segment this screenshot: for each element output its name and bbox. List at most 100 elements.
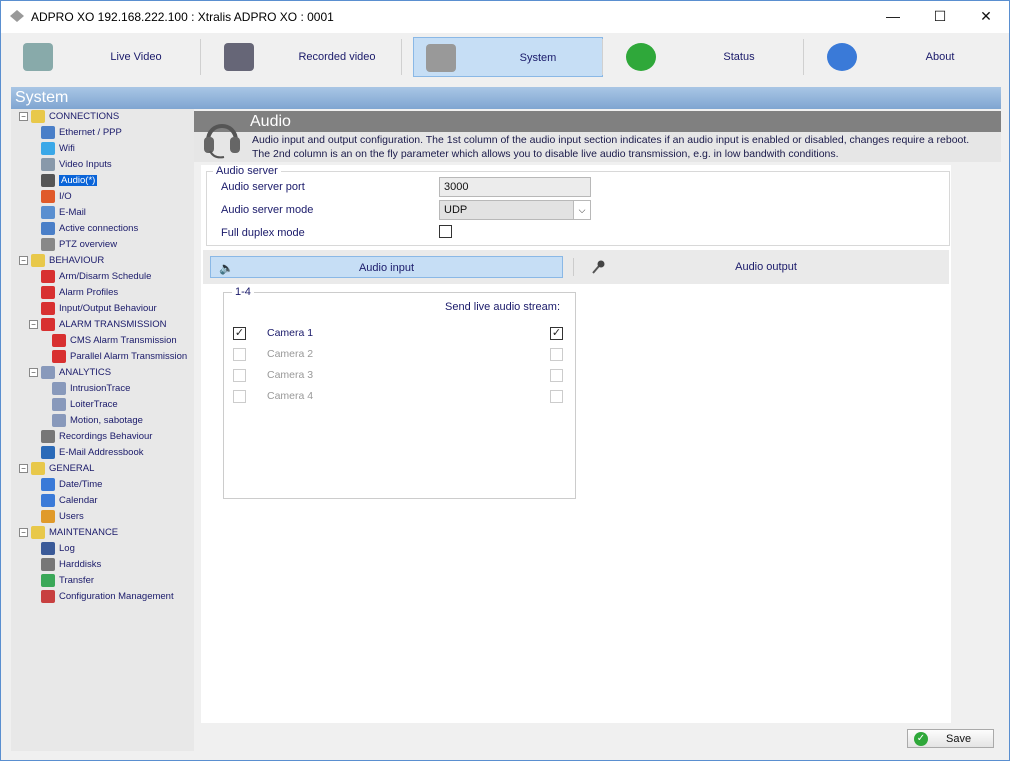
tree-item-behaviour[interactable]: BEHAVIOUR — [31, 253, 104, 269]
tree-item-label: IntrusionTrace — [70, 383, 131, 394]
main-toolbar: Live Video Recorded video System Status Abou… — [1, 33, 1009, 85]
lock-icon — [626, 43, 656, 71]
tree-item-label: Configuration Management — [59, 591, 174, 602]
tree-item-maintenance[interactable]: MAINTENANCE — [31, 525, 118, 541]
tab-audio-input[interactable]: 🔈 Audio input — [210, 256, 563, 278]
tree-item-recordings-behaviour[interactable]: Recordings Behaviour — [41, 429, 152, 445]
tree-item-loitertrace[interactable]: LoiterTrace — [52, 397, 118, 413]
send-live-audio-checkbox[interactable] — [550, 348, 563, 361]
camera-enabled-checkbox[interactable] — [233, 348, 246, 361]
speaker-icon: 🔈 — [219, 261, 234, 275]
tab-audio-output[interactable]: Audio output — [583, 256, 949, 278]
collapse-toggle[interactable]: − — [19, 464, 28, 473]
tree-item-audio[interactable]: Audio(*) — [41, 173, 98, 189]
save-button[interactable]: ✓ Save — [907, 729, 994, 748]
tree-item-label: Parallel Alarm Transmission — [70, 351, 188, 362]
tree-item-video-inputs[interactable]: Video Inputs — [41, 157, 112, 173]
item-icon — [52, 413, 66, 427]
group-legend: Audio server — [213, 165, 281, 177]
tree-item-label: Calendar — [59, 495, 98, 506]
send-live-audio-checkbox[interactable] — [550, 390, 563, 403]
send-live-audio-checkbox[interactable]: ✓ — [550, 327, 563, 340]
tree-item-ptz-overview[interactable]: PTZ overview — [41, 237, 117, 253]
item-icon — [41, 509, 55, 523]
tree-item-harddisks[interactable]: Harddisks — [41, 557, 101, 573]
headset-icon — [204, 124, 240, 159]
camera-enabled-checkbox[interactable] — [233, 369, 246, 382]
item-icon — [41, 189, 55, 203]
tree-item-e-mail-addressbook[interactable]: E-Mail Addressbook — [41, 445, 143, 461]
title-bar: ADPRO XO 192.168.222.100 : Xtralis ADPRO… — [1, 1, 1009, 33]
collapse-toggle[interactable]: − — [19, 112, 28, 121]
toolbar-about[interactable]: About — [815, 37, 1005, 77]
minimize-button[interactable]: — — [873, 5, 913, 27]
tree-item-calendar[interactable]: Calendar — [41, 493, 98, 509]
item-icon — [41, 141, 55, 155]
item-icon — [41, 317, 55, 331]
tree-item-alarm-transmission[interactable]: ALARM TRANSMISSION — [41, 317, 167, 333]
toolbar-label: Recorded video — [298, 51, 376, 63]
tree-item-e-mail[interactable]: E-Mail — [41, 205, 86, 221]
send-live-audio-checkbox[interactable] — [550, 369, 563, 382]
tree-item-users[interactable]: Users — [41, 509, 84, 525]
tree-item-label: ANALYTICS — [59, 367, 112, 378]
tab-bar: 🔈 Audio input Audio output — [203, 250, 949, 284]
folder-icon — [31, 109, 45, 123]
chevron-down-icon[interactable]: ⌵ — [573, 201, 590, 219]
camera-enabled-checkbox[interactable] — [233, 390, 246, 403]
tree-item-analytics[interactable]: ANALYTICS — [41, 365, 111, 381]
audio-server-mode-select[interactable]: UDP ⌵ — [439, 200, 591, 220]
microphone-icon — [592, 260, 605, 274]
audio-server-port-input[interactable]: 3000 — [439, 177, 591, 197]
tree-item-label: Input/Output Behaviour — [59, 303, 157, 314]
tree-item-label: Wifi — [59, 143, 75, 154]
tree-item-cms-alarm-transmission[interactable]: CMS Alarm Transmission — [52, 333, 177, 349]
maximize-button[interactable]: ☐ — [920, 5, 960, 27]
tree-item-parallel-alarm-transmission[interactable]: Parallel Alarm Transmission — [52, 349, 187, 365]
tree-item-alarm-profiles[interactable]: Alarm Profiles — [41, 285, 118, 301]
collapse-toggle[interactable]: − — [19, 256, 28, 265]
tree-item-log[interactable]: Log — [41, 541, 75, 557]
collapse-toggle[interactable]: − — [29, 368, 38, 377]
tree-item-wifi[interactable]: Wifi — [41, 141, 75, 157]
toolbar-label: System — [519, 52, 557, 64]
tree-item-intrusiontrace[interactable]: IntrusionTrace — [52, 381, 130, 397]
tree-item-label: Arm/Disarm Schedule — [59, 271, 152, 282]
tree-item-transfer[interactable]: Transfer — [41, 573, 94, 589]
tree-item-input-output-behaviour[interactable]: Input/Output Behaviour — [41, 301, 157, 317]
tab-divider — [573, 258, 574, 276]
folder-icon — [31, 461, 45, 475]
tree-item-connections[interactable]: CONNECTIONS — [31, 109, 119, 125]
item-icon — [52, 333, 66, 347]
full-duplex-checkbox[interactable] — [439, 225, 452, 238]
toolbar-recorded-video[interactable]: Recorded video — [212, 37, 402, 77]
tree-item-label: CONNECTIONS — [49, 111, 120, 122]
tree-item-ethernet-ppp[interactable]: Ethernet / PPP — [41, 125, 122, 141]
tree-item-general[interactable]: GENERAL — [31, 461, 94, 477]
mode-label: Audio server mode — [221, 204, 314, 216]
tree-item-i-o[interactable]: I/O — [41, 189, 72, 205]
tree-item-configuration-management[interactable]: Configuration Management — [41, 589, 174, 605]
tree-item-date-time[interactable]: Date/Time — [41, 477, 102, 493]
tab-label: Audio input — [358, 262, 415, 274]
toolbar-system[interactable]: System — [413, 37, 603, 77]
tree-item-motion-sabotage[interactable]: Motion, sabotage — [52, 413, 143, 429]
toolbar-separator — [401, 39, 402, 75]
tab-label: Audio output — [735, 261, 797, 273]
toolbar-status[interactable]: Status — [614, 37, 804, 77]
close-button[interactable]: ✕ — [966, 5, 1006, 27]
item-icon — [41, 173, 55, 187]
item-icon — [41, 157, 55, 171]
folder-icon — [31, 525, 45, 539]
tree-item-label: Log — [59, 543, 75, 554]
toolbar-separator — [200, 39, 201, 75]
page-title: Audio — [194, 111, 1001, 132]
toolbar-live-video[interactable]: Live Video — [11, 37, 201, 77]
tree-item-arm-disarm-schedule[interactable]: Arm/Disarm Schedule — [41, 269, 151, 285]
film-reel-icon — [224, 43, 254, 71]
settings-tree: − CONNECTIONS Ethernet / PPP Wifi Video Inpu… — [11, 109, 194, 751]
camera-enabled-checkbox[interactable]: ✓ — [233, 327, 246, 340]
collapse-toggle[interactable]: − — [19, 528, 28, 537]
collapse-toggle[interactable]: − — [29, 320, 38, 329]
tree-item-active-connections[interactable]: Active connections — [41, 221, 138, 237]
